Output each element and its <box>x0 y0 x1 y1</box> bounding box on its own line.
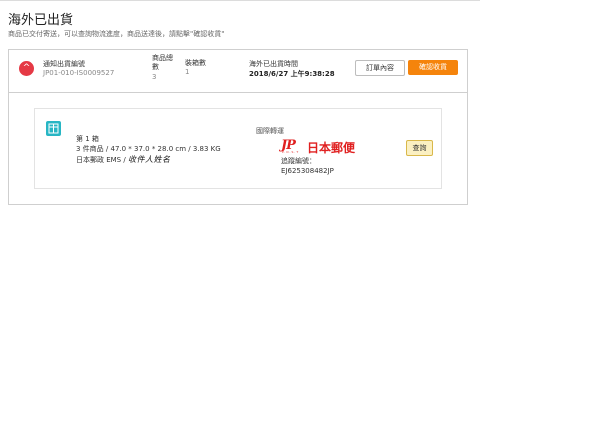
notice-number-label: 通知出貨編號 <box>43 60 85 68</box>
shipped-time-label: 海外已出貨時間 <box>249 60 298 68</box>
confirm-receipt-button[interactable]: 確認收貨 <box>408 60 458 75</box>
tracking-label: 追蹤編號： <box>281 157 316 165</box>
japan-post-logo: JP P.O.S.T 日本郵便 <box>281 138 361 155</box>
notice-number-value: JP01-010-IS0009527 <box>43 69 115 77</box>
tracking-query-button[interactable]: 查詢 <box>406 140 433 156</box>
japan-post-logo-text: 日本郵便 <box>307 141 356 155</box>
page-subtitle: 商品已交付寄送，可以查詢物流進度，商品送達後，請點擊"確認收貨" <box>8 30 225 38</box>
japan-post-mark-sub: P.O.S.T <box>282 150 300 154</box>
box-count-value: 1 <box>185 68 190 76</box>
shipped-time-value: 2018/6/27 上午9:38:28 <box>249 70 335 78</box>
shipment-header: ^ 通知出貨編號 JP01-010-IS0009527 商品總 數 3 裝箱數 … <box>9 50 467 93</box>
top-divider <box>0 0 480 1</box>
carrier-name: 日本郵政 EMS / <box>76 156 126 164</box>
shipment-panel: ^ 通知出貨編號 JP01-010-IS0009527 商品總 數 3 裝箱數 … <box>8 49 468 205</box>
box-count-label: 裝箱數 <box>185 59 206 67</box>
transport-label: 國際轉運 <box>256 127 284 135</box>
item-count-value: 3 <box>152 73 157 81</box>
box-title: 第 1 箱 <box>76 135 99 143</box>
order-details-button[interactable]: 訂單內容 <box>355 60 405 76</box>
box-detail: 3 件商品 / 47.0 * 37.0 * 28.0 cm / 3.83 KG <box>76 145 221 153</box>
box-carrier-line: 日本郵政 EMS / 收件人姓名 <box>76 154 170 165</box>
box-card: 第 1 箱 3 件商品 / 47.0 * 37.0 * 28.0 cm / 3.… <box>34 108 442 189</box>
page-title: 海外已出貨 <box>8 13 74 28</box>
tracking-number: EJ625308482JP <box>281 167 334 175</box>
recipient-name-signature: 收件人姓名 <box>127 155 171 164</box>
item-count-label-line2: 數 <box>152 63 159 71</box>
collapse-chevron-up-icon[interactable]: ^ <box>19 61 34 76</box>
package-box-icon <box>46 121 61 136</box>
